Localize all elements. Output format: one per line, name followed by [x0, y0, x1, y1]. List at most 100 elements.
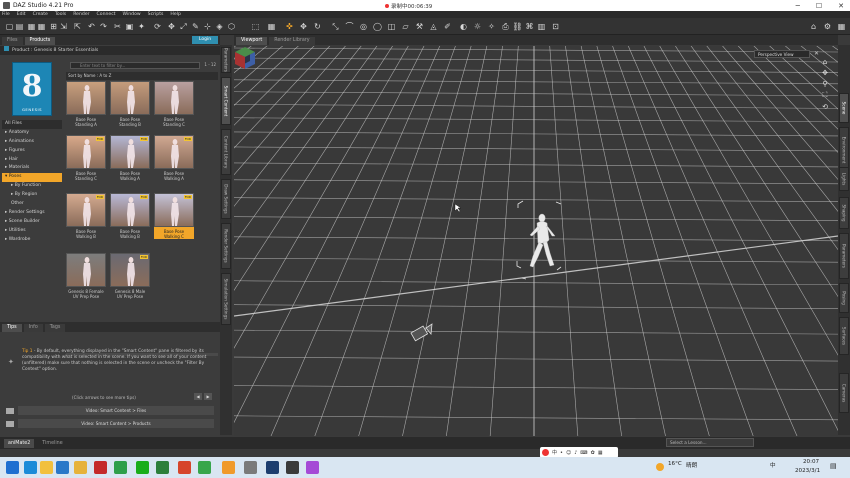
menu-edit[interactable]: Edit — [17, 12, 26, 17]
product-thumbnail[interactable]: 8 GENESIS — [12, 62, 52, 116]
content-tile[interactable]: FOR Genesis 8 Male UV Prep Pose — [110, 253, 150, 299]
close-icon[interactable]: ✕ — [838, 2, 844, 10]
vtab-surfaces[interactable]: Surfaces — [839, 317, 849, 355]
notification-icon[interactable]: ▤ — [830, 462, 837, 470]
content-tile[interactable]: Base Pose Standing B — [110, 81, 150, 127]
3d-viewport[interactable]: Perspective View ✕ ⌂ ✥ ⚲ ⛶ ⟲ — [234, 46, 838, 436]
iray-icon[interactable]: ✦ — [136, 21, 147, 32]
translate-icon[interactable]: ✥ — [166, 21, 177, 32]
punctuation-icon[interactable]: • — [560, 450, 563, 456]
redo-icon[interactable]: ↷ — [98, 21, 109, 32]
filter-input[interactable]: Enter text to filter by... — [70, 62, 200, 69]
menu-connect[interactable]: Connect — [97, 12, 116, 17]
explorer-icon[interactable] — [40, 461, 53, 474]
app-orange-icon[interactable] — [222, 461, 235, 474]
category-item[interactable]: ▸ Materials — [2, 164, 62, 173]
menu-tools[interactable]: Tools — [55, 12, 66, 17]
video-products-button[interactable]: Video: Smart Content > Products — [18, 419, 214, 428]
sort-dropdown[interactable]: Sort by Name : A to Z — [66, 72, 218, 80]
cut-icon[interactable]: ✂ — [112, 21, 123, 32]
wechat-icon[interactable] — [136, 461, 149, 474]
emoji-icon[interactable]: ☺ — [566, 450, 571, 456]
category-item[interactable]: ▸ By Function — [2, 182, 62, 191]
tab-info[interactable]: Info — [23, 324, 43, 332]
weather-icon[interactable] — [656, 463, 664, 471]
clock-date[interactable]: 2023/3/1 — [795, 468, 820, 474]
layout-icon[interactable]: ▦ — [836, 21, 847, 32]
content-tile[interactable]: FOR Base Pose Walking A — [110, 135, 150, 181]
clock-time[interactable]: 20:07 — [803, 459, 819, 465]
sphere-icon[interactable]: ◎ — [358, 21, 369, 32]
vtab-smart-content[interactable]: Smart Content — [221, 77, 231, 125]
scale-tool-icon[interactable]: ⤡ — [330, 21, 341, 32]
menu-render[interactable]: Render — [73, 12, 89, 17]
content-tile[interactable]: FOR Base Pose Walking A — [154, 135, 194, 181]
tube-icon[interactable]: ⌒ — [344, 21, 355, 32]
vtab-lights[interactable]: Lights — [839, 167, 849, 191]
select-icon[interactable]: ⬚ — [250, 21, 261, 32]
vtab-shaping[interactable]: Shaping — [839, 197, 849, 229]
ime-mode[interactable]: 中 — [552, 449, 557, 456]
app-green-icon[interactable] — [198, 461, 211, 474]
paint-icon[interactable]: ✐ — [442, 21, 453, 32]
tab-files[interactable]: Files — [2, 37, 23, 45]
keyboard-icon[interactable]: ⌨ — [580, 450, 587, 456]
menu-create[interactable]: Create — [33, 12, 48, 17]
daz-studio-icon[interactable] — [286, 461, 299, 474]
import-icon[interactable]: ⇲ — [58, 21, 69, 32]
category-item[interactable]: All Files — [2, 120, 62, 129]
category-item[interactable]: ▾ Poses — [2, 173, 62, 183]
content-tile[interactable]: Base Pose Standing C — [154, 81, 194, 127]
tools-icon[interactable]: ⚒ — [414, 21, 425, 32]
lesson-dropdown[interactable]: Select a Lesson... — [666, 438, 754, 447]
vtab-posing[interactable]: Posing — [839, 283, 849, 313]
link-icon[interactable]: ⛓ — [512, 21, 523, 32]
undo-icon[interactable]: ↶ — [86, 21, 97, 32]
app-red-icon[interactable] — [178, 461, 191, 474]
chrome-icon[interactable] — [114, 461, 127, 474]
category-item[interactable]: ▸ Utilities — [2, 227, 62, 236]
vtab-parameters[interactable]: Parameters — [839, 233, 849, 279]
input-lang[interactable]: 中 — [770, 461, 776, 469]
vtab-cameras[interactable]: Cameras — [839, 373, 849, 413]
vtab-draw-settings[interactable]: Draw Settings — [221, 179, 231, 219]
render-settings-icon[interactable]: ▥ — [536, 21, 547, 32]
skin-icon[interactable]: ✿ — [591, 450, 595, 456]
content-tile[interactable]: FOR Base Pose Standing C — [66, 135, 106, 181]
point-light-icon[interactable]: ☼ — [472, 21, 483, 32]
mic-icon[interactable]: ♪ — [574, 450, 577, 456]
photoshop-icon[interactable] — [266, 461, 279, 474]
plane-icon[interactable]: ▱ — [400, 21, 411, 32]
cube-icon[interactable]: ◫ — [386, 21, 397, 32]
maximize-icon[interactable]: ☐ — [816, 2, 822, 10]
content-tile[interactable]: Genesis 8 Female UV Prep Pose — [66, 253, 106, 299]
tab-products[interactable]: Products — [24, 37, 56, 45]
vtab-content-library[interactable]: Content Library — [221, 129, 231, 175]
next-tip-icon[interactable]: ▶ — [204, 393, 212, 400]
spot-light-icon[interactable]: ◐ — [458, 21, 469, 32]
category-item[interactable]: ▸ Scene Builder — [2, 218, 62, 227]
rotate-tool-icon[interactable]: ↻ — [312, 21, 323, 32]
content-tile[interactable]: FOR Base Pose Walking C — [154, 193, 194, 239]
edge-icon[interactable] — [24, 461, 37, 474]
settings-icon[interactable]: ⚙ — [822, 21, 833, 32]
back-icon[interactable] — [4, 46, 9, 51]
prev-tip-icon[interactable]: ◀ — [194, 393, 202, 400]
vtab-parameters[interactable]: Parameters — [221, 47, 231, 73]
camtasia-icon[interactable] — [156, 461, 169, 474]
save-as-icon[interactable]: ▦ — [36, 21, 47, 32]
universal-tool-icon[interactable]: ✜ — [284, 21, 295, 32]
grid-tool-icon[interactable]: ▦ — [266, 21, 277, 32]
category-item[interactable]: ▸ Render Settings — [2, 209, 62, 218]
export-icon[interactable]: ⇱ — [72, 21, 83, 32]
video-files-button[interactable]: Video: Smart Content > Files — [18, 406, 214, 415]
joint-icon[interactable]: ⊹ — [202, 21, 213, 32]
scale-icon[interactable]: ⤢ — [178, 21, 189, 32]
category-item[interactable]: ▸ By Region — [2, 191, 62, 200]
torus-icon[interactable]: ◯ — [372, 21, 383, 32]
tab-render-library[interactable]: Render Library — [269, 37, 315, 45]
app-gray-icon[interactable] — [244, 461, 257, 474]
tab-timeline[interactable]: Timeline — [38, 439, 66, 448]
home-icon[interactable]: ⌂ — [808, 21, 819, 32]
vtab-simulation-settings[interactable]: Simulation Settings — [221, 273, 231, 325]
